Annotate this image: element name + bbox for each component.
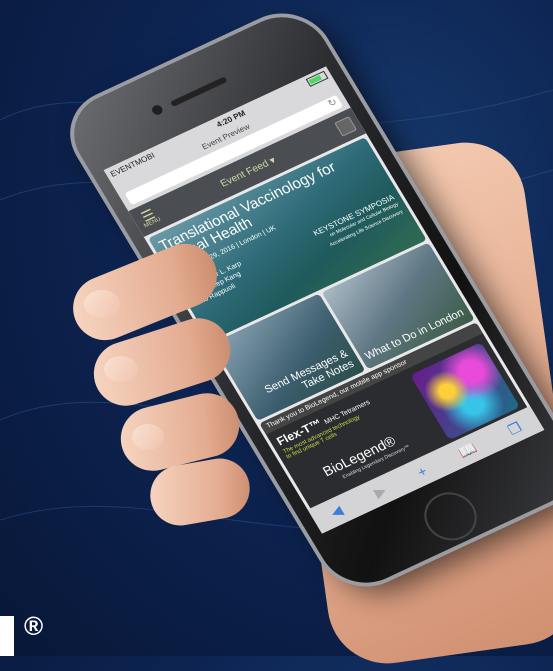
fingernail [84,290,120,318]
reload-icon[interactable]: ↻ [326,97,339,110]
registered-mark: ® [24,611,44,641]
bookmarks-icon[interactable]: 📖 [455,439,480,461]
forward-icon[interactable]: ▶ [371,482,390,501]
profile-icon[interactable] [334,116,358,137]
fingernail [132,424,164,450]
logo-fragment [0,616,14,656]
speaker-grille [169,76,228,108]
back-icon[interactable]: ◀ [327,502,346,521]
menu-button[interactable]: ☰ MENU [137,206,162,230]
tabs-icon[interactable]: ❐ [505,418,525,438]
camera-icon [150,103,165,117]
home-button[interactable] [414,484,487,549]
fingernail [104,356,138,382]
add-icon[interactable]: + [414,463,430,480]
